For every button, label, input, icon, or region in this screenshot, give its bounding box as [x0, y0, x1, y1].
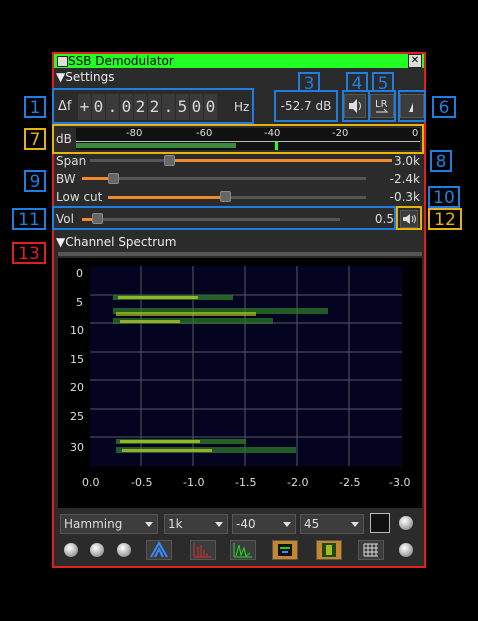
spectrum-splitter[interactable]: [58, 252, 422, 256]
y-tick-label: 25: [70, 410, 84, 423]
y-tick-label: 20: [70, 381, 84, 394]
max-hold-icon: [193, 543, 212, 558]
callout-5: 5: [372, 72, 394, 94]
window-function-value: Hamming: [64, 517, 123, 531]
trace-icon: [233, 543, 252, 558]
callout-frame-7: [52, 124, 424, 154]
x-tick-label: 0.0: [82, 476, 100, 489]
low-cut-label: Low cut: [56, 190, 103, 204]
histogram-icon: [322, 543, 336, 557]
y-tick-label: 15: [70, 353, 84, 366]
histogram-toggle-button[interactable]: [316, 540, 342, 560]
x-tick-label: -0.5: [131, 476, 152, 489]
bw-slider-handle[interactable]: [108, 173, 119, 184]
callout-12: 12: [428, 208, 462, 230]
spectrum-section-header[interactable]: ▼Channel Spectrum: [56, 235, 176, 249]
callout-frame-1: [52, 88, 254, 124]
spectrum-display[interactable]: 0 5 10 15 20 25 30 0.0 -0.5 -1.0 -1.5 -2…: [58, 258, 422, 508]
x-tick-label: -2.5: [339, 476, 360, 489]
callout-11: 11: [12, 208, 46, 230]
x-tick-label: -2.0: [287, 476, 308, 489]
y-tick-label: 5: [76, 296, 83, 309]
close-icon[interactable]: ✕: [408, 54, 422, 68]
callout-9: 9: [24, 170, 46, 192]
waterfall-toggle-button[interactable]: [272, 540, 298, 560]
chevron-down-icon: [145, 522, 153, 527]
callout-frame-3: [274, 90, 338, 122]
grid-intensity-knob[interactable]: [399, 543, 413, 557]
callout-frame-11: [52, 206, 396, 230]
knob-3[interactable]: [117, 543, 131, 557]
grid-toggle-button[interactable]: [358, 540, 384, 560]
range-value: 45: [304, 517, 320, 531]
rollup-checkbox[interactable]: [57, 56, 68, 67]
max-hold-button[interactable]: [190, 540, 216, 560]
bw-label: BW: [56, 172, 76, 186]
y-tick-label: 10: [70, 324, 84, 337]
current-trace-button[interactable]: [230, 540, 256, 560]
ref-level-value: -40: [236, 517, 256, 531]
expand-triangle-icon: ▼: [56, 70, 66, 84]
callout-13: 13: [12, 242, 46, 264]
callout-frame-5: [368, 90, 396, 122]
expand-triangle-icon: ▼: [56, 235, 66, 249]
span-value: 3.0k: [393, 154, 420, 168]
span-slider-fill: [175, 159, 392, 162]
callout-8: 8: [430, 150, 452, 172]
decay-knob[interactable]: [399, 516, 413, 530]
average-icon: [150, 540, 168, 558]
callout-4: 4: [346, 72, 368, 94]
y-tick-label: 0: [76, 267, 83, 280]
waterfall-svg: 0 5 10 15 20 25 30 0.0 -0.5 -1.0 -1.5 -2…: [70, 266, 410, 489]
window-title: SSB Demodulator: [68, 54, 174, 68]
callout-frame-12: [396, 206, 422, 230]
callout-1: 1: [24, 96, 46, 118]
waterfall-icon: [278, 544, 292, 556]
color-swatch-button[interactable]: [370, 513, 390, 533]
range-select[interactable]: 45: [300, 514, 364, 534]
window-function-select[interactable]: Hamming: [60, 514, 158, 534]
low-cut-slider-fill: [108, 196, 224, 199]
chevron-down-icon: [215, 522, 223, 527]
knob-2[interactable]: [90, 543, 104, 557]
spectrum-header-label: Channel Spectrum: [65, 235, 177, 249]
title-bar[interactable]: SSB Demodulator ✕: [54, 54, 424, 68]
chevron-down-icon: [283, 522, 291, 527]
callout-7: 7: [24, 128, 46, 150]
low-cut-value: -0.3k: [389, 190, 420, 204]
averaging-button[interactable]: [146, 540, 172, 560]
settings-header-label: Settings: [65, 70, 115, 84]
callout-3: 3: [298, 72, 320, 94]
span-label: Span: [56, 154, 87, 168]
x-tick-label: -1.5: [235, 476, 256, 489]
bw-value: -2.4k: [389, 172, 420, 186]
callout-frame-4: [342, 90, 370, 122]
knob-1[interactable]: [64, 543, 78, 557]
callout-frame-6: [398, 90, 426, 122]
ref-level-select[interactable]: -40: [232, 514, 296, 534]
callout-10: 10: [428, 186, 460, 208]
x-tick-label: -1.0: [183, 476, 204, 489]
fft-size-value: 1k: [168, 517, 183, 531]
low-cut-slider-handle[interactable]: [220, 191, 231, 202]
span-slider-handle[interactable]: [164, 155, 175, 166]
chevron-down-icon: [351, 522, 359, 527]
grid-icon: [363, 543, 378, 557]
bw-slider[interactable]: [82, 177, 366, 180]
settings-section-header[interactable]: ▼Settings: [56, 70, 114, 84]
fft-size-select[interactable]: 1k: [164, 514, 228, 534]
x-tick-label: -3.0: [389, 476, 410, 489]
callout-6: 6: [432, 96, 456, 118]
y-tick-label: 30: [70, 441, 84, 454]
